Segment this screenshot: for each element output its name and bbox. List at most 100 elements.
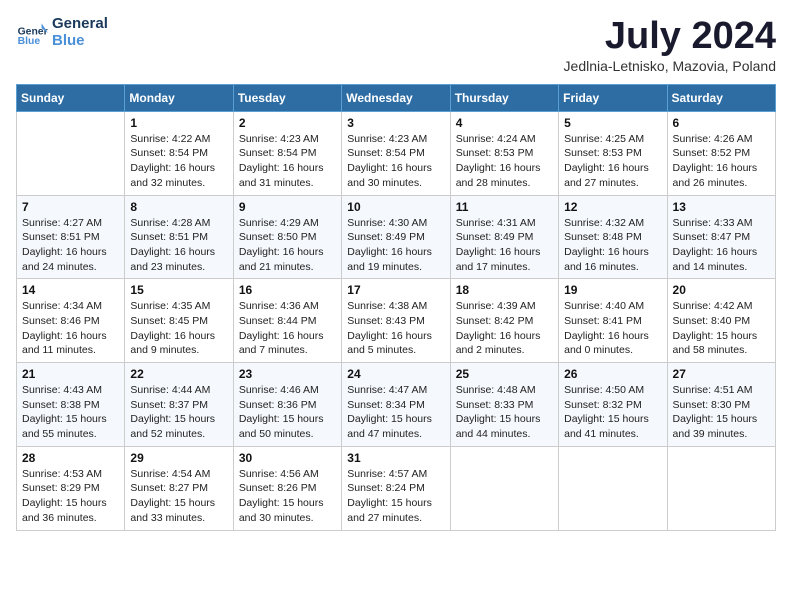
day-info: Sunrise: 4:46 AM Sunset: 8:36 PM Dayligh… xyxy=(239,383,336,442)
day-info: Sunrise: 4:35 AM Sunset: 8:45 PM Dayligh… xyxy=(130,299,227,358)
day-number: 8 xyxy=(130,200,227,214)
calendar-day xyxy=(667,446,775,530)
day-number: 24 xyxy=(347,367,444,381)
calendar-day: 15 Sunrise: 4:35 AM Sunset: 8:45 PM Dayli… xyxy=(125,279,233,363)
day-number: 23 xyxy=(239,367,336,381)
day-number: 15 xyxy=(130,283,227,297)
logo-icon: General Blue xyxy=(16,17,48,49)
day-number: 20 xyxy=(673,283,770,297)
svg-text:Blue: Blue xyxy=(18,36,41,47)
day-info: Sunrise: 4:36 AM Sunset: 8:44 PM Dayligh… xyxy=(239,299,336,358)
calendar-table: SundayMondayTuesdayWednesdayThursdayFrid… xyxy=(16,84,776,531)
calendar-day: 26 Sunrise: 4:50 AM Sunset: 8:32 PM Dayli… xyxy=(559,363,667,447)
day-info: Sunrise: 4:28 AM Sunset: 8:51 PM Dayligh… xyxy=(130,216,227,275)
calendar-day xyxy=(17,111,125,195)
day-info: Sunrise: 4:26 AM Sunset: 8:52 PM Dayligh… xyxy=(673,132,770,191)
calendar-day: 1 Sunrise: 4:22 AM Sunset: 8:54 PM Daylig… xyxy=(125,111,233,195)
calendar-day: 18Sunrise: 4:39 AM Sunset: 8:42 PM Dayli… xyxy=(450,279,558,363)
day-number: 21 xyxy=(22,367,119,381)
logo: General Blue General Blue xyxy=(16,16,108,49)
day-number: 16 xyxy=(239,283,336,297)
day-info: Sunrise: 4:23 AM Sunset: 8:54 PM Dayligh… xyxy=(347,132,444,191)
calendar-day: 3 Sunrise: 4:23 AM Sunset: 8:54 PM Daylig… xyxy=(342,111,450,195)
day-info: Sunrise: 4:57 AM Sunset: 8:24 PM Dayligh… xyxy=(347,467,444,526)
calendar-week-5: 28Sunrise: 4:53 AM Sunset: 8:29 PM Dayli… xyxy=(17,446,776,530)
day-number: 5 xyxy=(564,116,661,130)
day-info: Sunrise: 4:31 AM Sunset: 8:49 PM Dayligh… xyxy=(456,216,553,275)
calendar-day: 28Sunrise: 4:53 AM Sunset: 8:29 PM Dayli… xyxy=(17,446,125,530)
calendar-day: 23 Sunrise: 4:46 AM Sunset: 8:36 PM Dayli… xyxy=(233,363,341,447)
day-number: 22 xyxy=(130,367,227,381)
calendar-day: 2Sunrise: 4:23 AM Sunset: 8:54 PM Daylig… xyxy=(233,111,341,195)
logo-line1: General xyxy=(52,16,108,33)
day-info: Sunrise: 4:23 AM Sunset: 8:54 PM Dayligh… xyxy=(239,132,336,191)
day-number: 9 xyxy=(239,200,336,214)
day-info: Sunrise: 4:47 AM Sunset: 8:34 PM Dayligh… xyxy=(347,383,444,442)
calendar-week-3: 14 Sunrise: 4:34 AM Sunset: 8:46 PM Dayli… xyxy=(17,279,776,363)
day-number: 12 xyxy=(564,200,661,214)
calendar-week-2: 7 Sunrise: 4:27 AM Sunset: 8:51 PM Daylig… xyxy=(17,195,776,279)
day-number: 30 xyxy=(239,451,336,465)
col-header-thursday: Thursday xyxy=(450,84,558,111)
calendar-day xyxy=(450,446,558,530)
day-number: 13 xyxy=(673,200,770,214)
day-number: 10 xyxy=(347,200,444,214)
calendar-day: 31Sunrise: 4:57 AM Sunset: 8:24 PM Dayli… xyxy=(342,446,450,530)
month-title: July 2024 xyxy=(564,16,776,58)
day-info: Sunrise: 4:43 AM Sunset: 8:38 PM Dayligh… xyxy=(22,383,119,442)
day-info: Sunrise: 4:34 AM Sunset: 8:46 PM Dayligh… xyxy=(22,299,119,358)
day-info: Sunrise: 4:42 AM Sunset: 8:40 PM Dayligh… xyxy=(673,299,770,358)
day-info: Sunrise: 4:24 AM Sunset: 8:53 PM Dayligh… xyxy=(456,132,553,191)
day-info: Sunrise: 4:30 AM Sunset: 8:49 PM Dayligh… xyxy=(347,216,444,275)
day-number: 14 xyxy=(22,283,119,297)
day-number: 17 xyxy=(347,283,444,297)
calendar-day: 6 Sunrise: 4:26 AM Sunset: 8:52 PM Daylig… xyxy=(667,111,775,195)
title-block: July 2024 Jedlnia-Letnisko, Mazovia, Pol… xyxy=(564,16,776,74)
calendar-day: 12Sunrise: 4:32 AM Sunset: 8:48 PM Dayli… xyxy=(559,195,667,279)
calendar-day: 30 Sunrise: 4:56 AM Sunset: 8:26 PM Dayli… xyxy=(233,446,341,530)
calendar-day: 25Sunrise: 4:48 AM Sunset: 8:33 PM Dayli… xyxy=(450,363,558,447)
day-number: 3 xyxy=(347,116,444,130)
calendar-day: 13 Sunrise: 4:33 AM Sunset: 8:47 PM Dayli… xyxy=(667,195,775,279)
day-info: Sunrise: 4:50 AM Sunset: 8:32 PM Dayligh… xyxy=(564,383,661,442)
col-header-monday: Monday xyxy=(125,84,233,111)
day-info: Sunrise: 4:33 AM Sunset: 8:47 PM Dayligh… xyxy=(673,216,770,275)
calendar-day: 19Sunrise: 4:40 AM Sunset: 8:41 PM Dayli… xyxy=(559,279,667,363)
day-number: 4 xyxy=(456,116,553,130)
day-number: 27 xyxy=(673,367,770,381)
calendar-day: 24 Sunrise: 4:47 AM Sunset: 8:34 PM Dayli… xyxy=(342,363,450,447)
day-info: Sunrise: 4:38 AM Sunset: 8:43 PM Dayligh… xyxy=(347,299,444,358)
col-header-wednesday: Wednesday xyxy=(342,84,450,111)
day-info: Sunrise: 4:27 AM Sunset: 8:51 PM Dayligh… xyxy=(22,216,119,275)
calendar-day: 8 Sunrise: 4:28 AM Sunset: 8:51 PM Daylig… xyxy=(125,195,233,279)
day-number: 1 xyxy=(130,116,227,130)
logo-line2: Blue xyxy=(52,33,108,50)
calendar-day: 10 Sunrise: 4:30 AM Sunset: 8:49 PM Dayli… xyxy=(342,195,450,279)
day-number: 28 xyxy=(22,451,119,465)
day-info: Sunrise: 4:22 AM Sunset: 8:54 PM Dayligh… xyxy=(130,132,227,191)
day-info: Sunrise: 4:25 AM Sunset: 8:53 PM Dayligh… xyxy=(564,132,661,191)
col-header-saturday: Saturday xyxy=(667,84,775,111)
day-number: 7 xyxy=(22,200,119,214)
calendar-day: 29 Sunrise: 4:54 AM Sunset: 8:27 PM Dayli… xyxy=(125,446,233,530)
day-number: 19 xyxy=(564,283,661,297)
calendar-day: 22 Sunrise: 4:44 AM Sunset: 8:37 PM Dayli… xyxy=(125,363,233,447)
col-header-tuesday: Tuesday xyxy=(233,84,341,111)
day-number: 29 xyxy=(130,451,227,465)
calendar-week-1: 1 Sunrise: 4:22 AM Sunset: 8:54 PM Daylig… xyxy=(17,111,776,195)
calendar-day: 9Sunrise: 4:29 AM Sunset: 8:50 PM Daylig… xyxy=(233,195,341,279)
calendar-day: 5 Sunrise: 4:25 AM Sunset: 8:53 PM Daylig… xyxy=(559,111,667,195)
day-info: Sunrise: 4:51 AM Sunset: 8:30 PM Dayligh… xyxy=(673,383,770,442)
header-row: SundayMondayTuesdayWednesdayThursdayFrid… xyxy=(17,84,776,111)
location: Jedlnia-Letnisko, Mazovia, Poland xyxy=(564,58,776,74)
day-number: 26 xyxy=(564,367,661,381)
col-header-friday: Friday xyxy=(559,84,667,111)
day-number: 11 xyxy=(456,200,553,214)
day-info: Sunrise: 4:56 AM Sunset: 8:26 PM Dayligh… xyxy=(239,467,336,526)
day-info: Sunrise: 4:44 AM Sunset: 8:37 PM Dayligh… xyxy=(130,383,227,442)
day-number: 18 xyxy=(456,283,553,297)
calendar-week-4: 21 Sunrise: 4:43 AM Sunset: 8:38 PM Dayli… xyxy=(17,363,776,447)
day-number: 6 xyxy=(673,116,770,130)
day-info: Sunrise: 4:54 AM Sunset: 8:27 PM Dayligh… xyxy=(130,467,227,526)
col-header-sunday: Sunday xyxy=(17,84,125,111)
